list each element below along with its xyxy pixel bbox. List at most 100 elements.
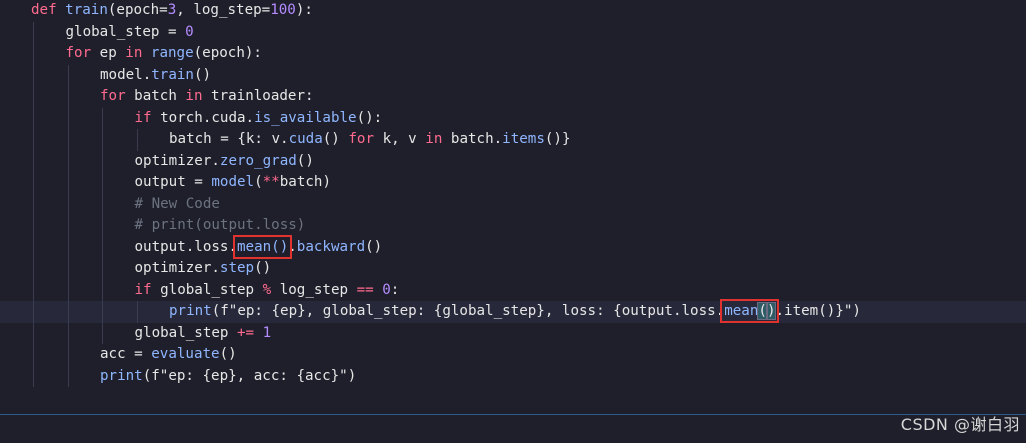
code-line[interactable]: if torch.cuda.is_available(): <box>0 107 1026 129</box>
indent-guide <box>33 258 34 280</box>
indent-guide <box>102 129 103 151</box>
code-line[interactable]: batch = {k: v.cuda() for k, v in batch.i… <box>0 129 1026 151</box>
code-line[interactable]: # print(output.loss) <box>0 215 1026 237</box>
indent-guide <box>33 150 34 172</box>
code-token: if <box>134 281 161 298</box>
code-token: 3 <box>167 2 177 18</box>
code-line[interactable]: def train(epoch=3, log_step=100): <box>0 0 1026 22</box>
code-token: (epoch): <box>193 45 262 61</box>
code-token: def <box>31 2 66 18</box>
bracket-match: ( <box>757 302 768 320</box>
editor-bottom-border <box>0 414 1026 415</box>
code-token: print <box>100 367 143 384</box>
code-line[interactable]: for ep in range(epoch): <box>0 43 1026 65</box>
code-token: . <box>288 238 297 255</box>
code-token: optimizer. <box>134 152 220 169</box>
code-token: == <box>356 281 383 298</box>
code-editor[interactable]: def train(epoch=3, log_step=100): global_… <box>0 0 1026 443</box>
code-line[interactable]: acc = evaluate() <box>0 344 1026 366</box>
code-line[interactable]: print(f"ep: {ep}, global_step: {global_s… <box>0 299 1026 323</box>
indent-guide <box>33 172 34 194</box>
code-token: log_step <box>279 281 357 298</box>
indent-guide <box>67 193 69 215</box>
code-token: (f"ep: {ep}, acc: {acc}") <box>142 367 357 384</box>
indent-guide <box>102 107 103 129</box>
indent-guide <box>33 43 34 65</box>
watermark: CSDN @谢白羽 <box>900 415 1020 434</box>
indent-guide <box>33 107 34 129</box>
code-line[interactable]: for batch in trainloader: <box>0 86 1026 108</box>
indent-guide <box>67 129 69 151</box>
indent-guide <box>33 215 34 237</box>
indent-guide <box>33 344 34 366</box>
indent-guide <box>102 322 103 344</box>
code-token: torch.cuda. <box>160 109 255 126</box>
code-token: model. <box>100 66 152 83</box>
indent-guide <box>102 215 103 237</box>
code-token: batch <box>134 88 186 104</box>
code-token: (): <box>356 109 383 126</box>
code-token: global_step <box>160 281 263 298</box>
indent-guide <box>33 279 34 301</box>
code-token: print <box>169 303 212 319</box>
code-token: () <box>219 346 237 362</box>
indent-guide <box>67 150 69 172</box>
code-token: optimizer. <box>134 260 220 276</box>
indent-guide <box>33 21 34 43</box>
code-line[interactable]: # New Code <box>0 193 1026 215</box>
indent-guide <box>67 279 69 301</box>
code-token: if <box>134 109 161 126</box>
indent-guide <box>102 301 103 323</box>
indent-guide <box>67 301 69 323</box>
code-line[interactable]: print(f"ep: {ep}, acc: {acc}") <box>0 365 1026 387</box>
indent-guide <box>33 236 34 258</box>
code-line[interactable]: global_step += 1 <box>0 322 1026 344</box>
indent-guide <box>67 365 69 387</box>
code-token: 0 <box>382 281 391 298</box>
code-token: model <box>211 174 255 190</box>
code-line[interactable]: output.loss.mean().backward() <box>0 234 1026 259</box>
code-token: for <box>100 88 135 104</box>
code-token: global_step <box>134 324 237 341</box>
code-token: batch) <box>279 174 331 190</box>
indent-guide <box>33 301 34 323</box>
indent-guide <box>67 236 69 258</box>
code-token: : <box>390 281 400 298</box>
code-token: items <box>502 131 545 147</box>
code-token: () <box>254 260 272 276</box>
indent-guide <box>33 86 34 108</box>
code-line[interactable]: if global_step % log_step == 0: <box>0 279 1026 301</box>
indent-guide <box>102 279 103 301</box>
code-line[interactable]: global_step = 0 <box>0 21 1026 43</box>
code-token: () <box>365 238 383 255</box>
indent-guide <box>67 215 69 237</box>
highlighted-token: mean() <box>720 299 780 323</box>
indent-guide <box>67 344 69 366</box>
code-token: , log_step= <box>176 2 271 18</box>
code-token: # New Code <box>134 195 220 212</box>
code-token: batch = {k: v. <box>169 131 289 147</box>
indent-guide <box>136 129 138 151</box>
code-token: 100 <box>270 2 296 18</box>
code-token: batch. <box>450 131 503 147</box>
code-line[interactable]: optimizer.step() <box>0 258 1026 280</box>
code-token: step <box>219 260 255 276</box>
code-token: ( <box>254 174 263 190</box>
indent-guide <box>102 172 103 194</box>
code-token: (f"ep: {ep}, global_step: {global_step},… <box>211 303 725 319</box>
code-line[interactable]: model.train() <box>0 64 1026 86</box>
code-token: for <box>348 131 383 147</box>
code-token: () <box>193 66 212 83</box>
code-token: train <box>151 66 194 83</box>
indent-guide <box>102 150 103 172</box>
code-line[interactable]: output = model(**batch) <box>0 172 1026 194</box>
highlighted-token: mean() <box>232 234 293 259</box>
indent-guide <box>67 258 69 280</box>
indent-guide <box>102 258 103 280</box>
code-token: is_available <box>254 109 357 126</box>
code-line[interactable]: optimizer.zero_grad() <box>0 150 1026 172</box>
code-lines[interactable]: def train(epoch=3, log_step=100): global_… <box>0 0 1026 387</box>
code-token: zero_grad <box>219 152 297 169</box>
indent-guide <box>33 365 34 387</box>
indent-guide <box>136 301 138 323</box>
